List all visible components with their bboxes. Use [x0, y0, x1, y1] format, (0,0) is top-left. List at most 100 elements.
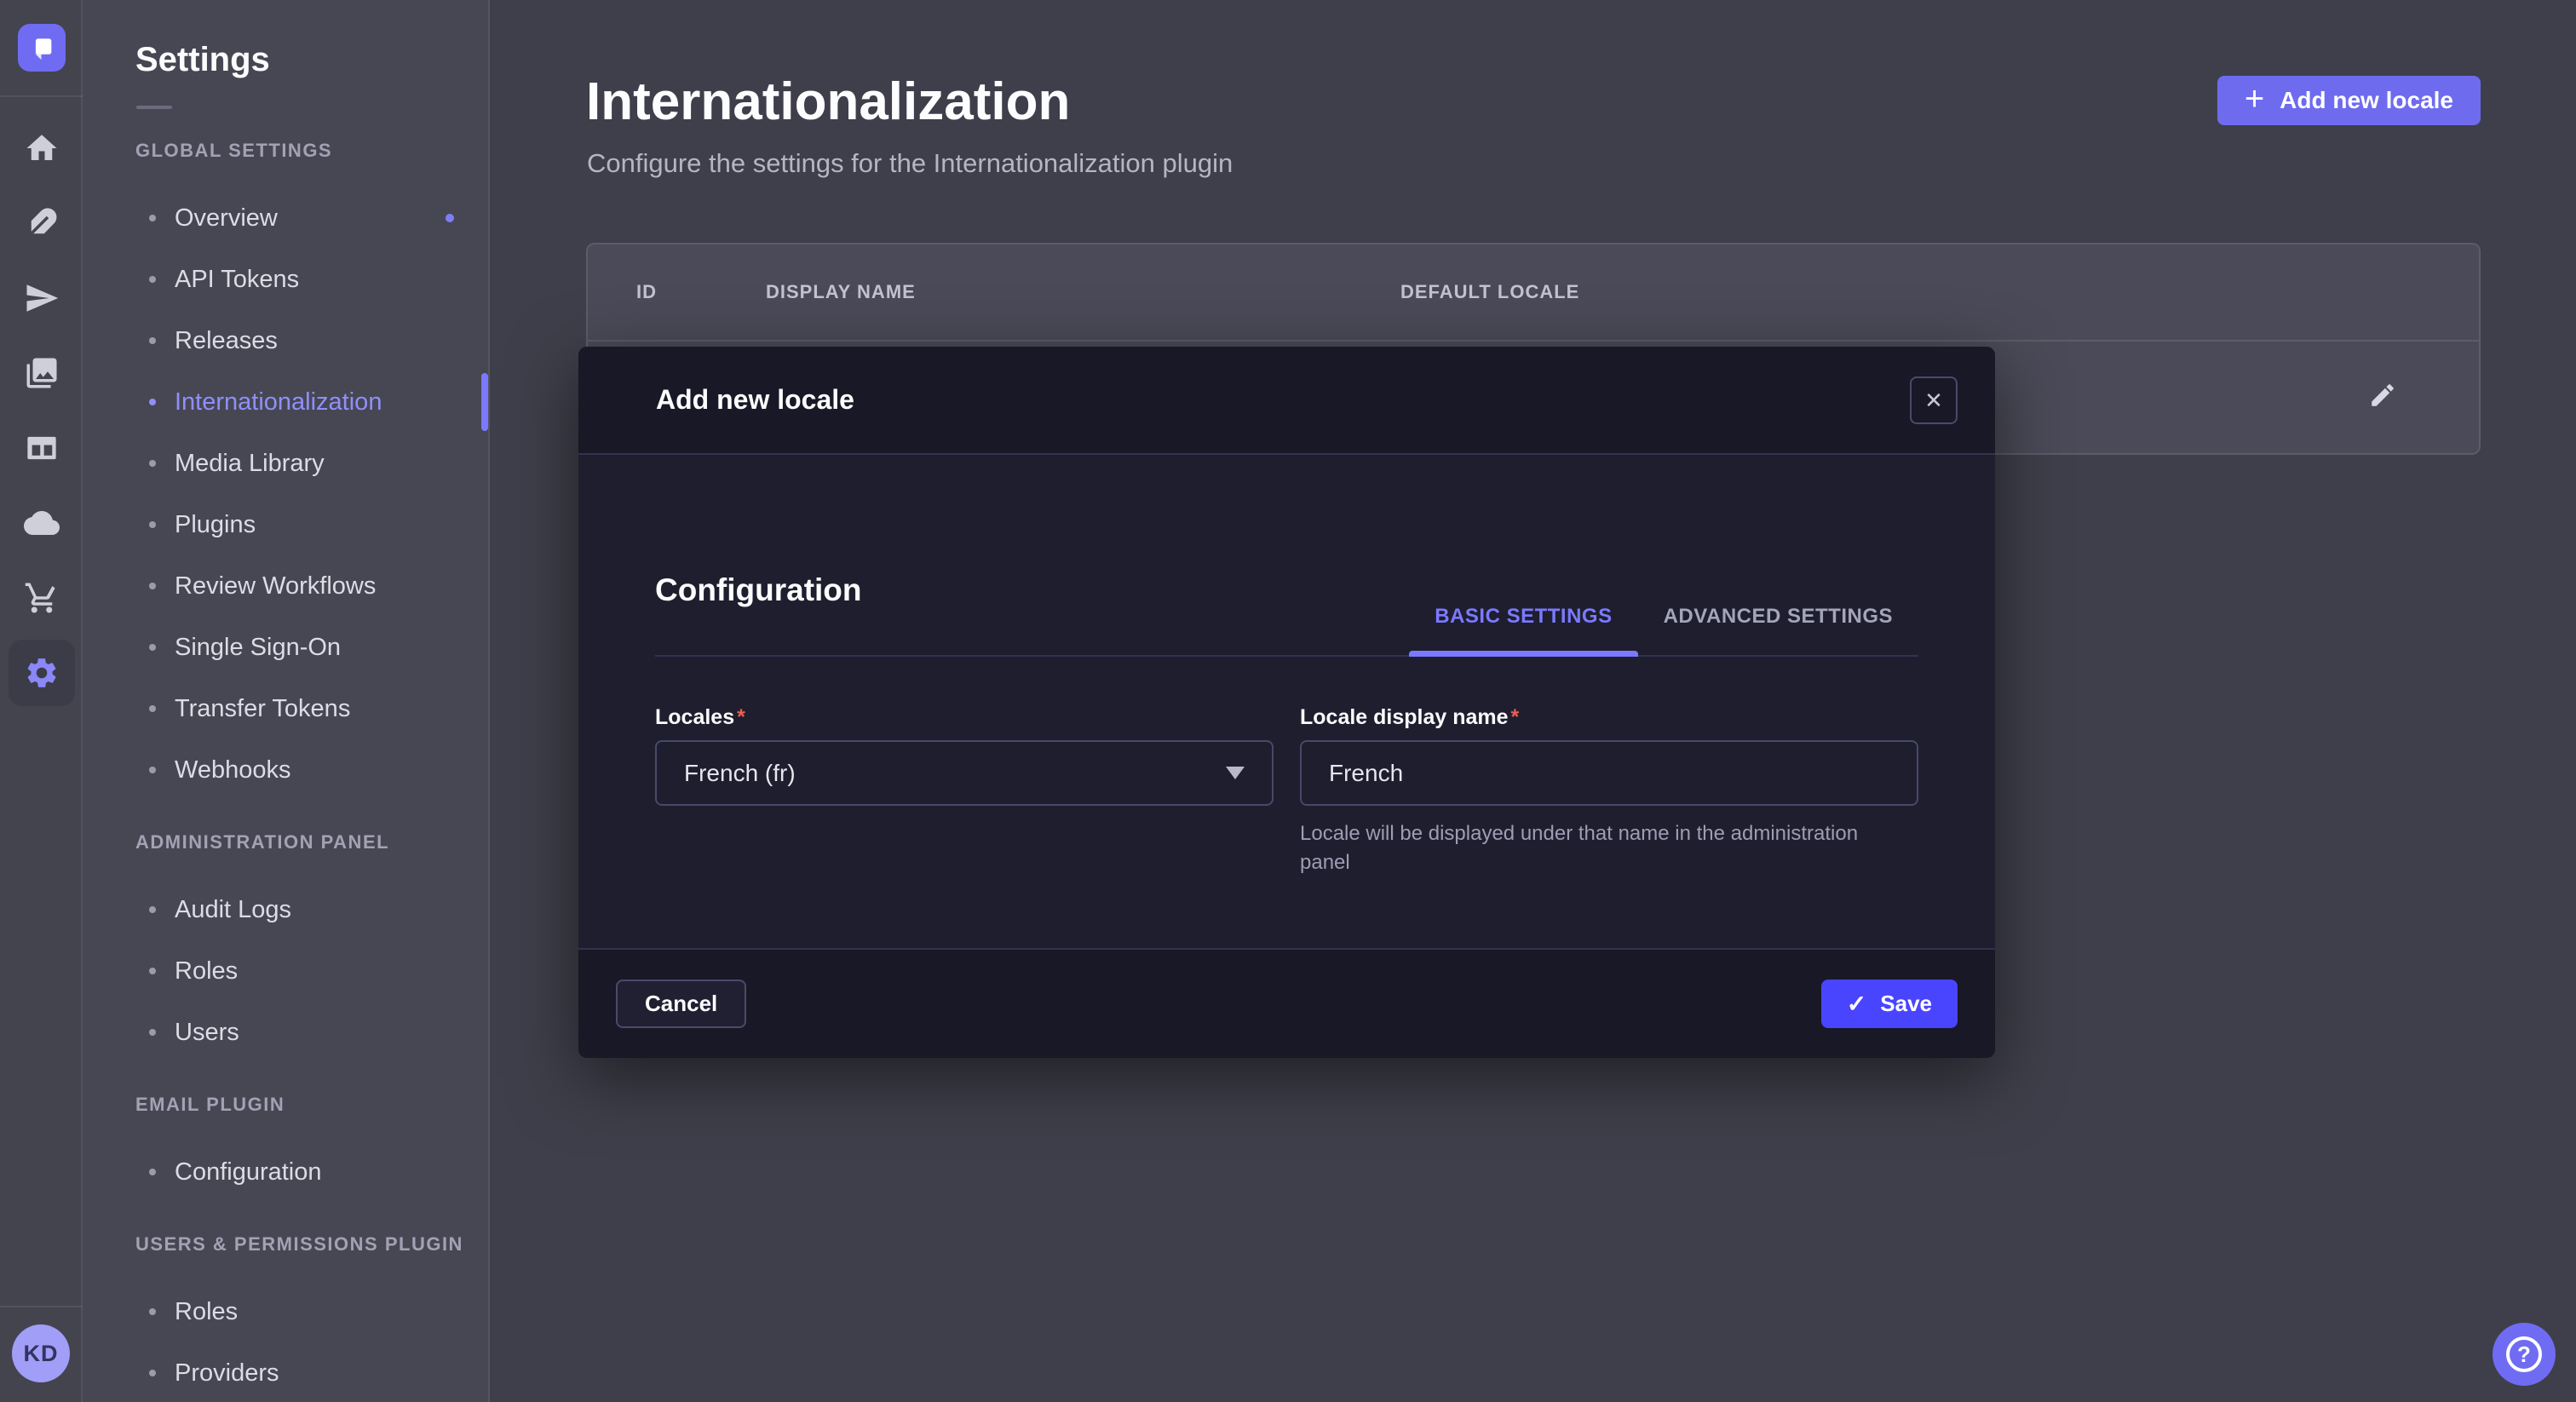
- deploy-send-icon[interactable]: [0, 261, 83, 336]
- locales-field: Locales* French (fr): [655, 703, 1274, 877]
- strapi-logo[interactable]: [18, 24, 66, 72]
- save-button[interactable]: ✓ Save: [1821, 980, 1958, 1028]
- sidebar-item-review-workflows[interactable]: Review Workflows: [83, 555, 488, 617]
- settings-active-highlight: [9, 640, 75, 706]
- main-nav-rail: KD: [0, 0, 83, 1402]
- media-library-icon[interactable]: [0, 336, 83, 411]
- check-icon: ✓: [1847, 992, 1866, 1016]
- sidebar-item-up-roles[interactable]: Roles: [83, 1281, 488, 1342]
- sidebar-item-single-sign-on[interactable]: Single Sign-On: [83, 617, 488, 678]
- home-icon[interactable]: [0, 111, 83, 186]
- bullet-icon: [149, 215, 156, 221]
- add-new-locale-button[interactable]: + Add new locale: [2217, 76, 2481, 125]
- content-feather-icon[interactable]: [0, 186, 83, 261]
- bullet-icon: [149, 276, 156, 283]
- required-asterisk: *: [737, 705, 745, 729]
- rail-icon-list: [0, 111, 83, 710]
- marketplace-cart-icon[interactable]: [0, 560, 83, 635]
- bullet-icon: [149, 521, 156, 528]
- display-name-input[interactable]: French: [1300, 740, 1918, 806]
- bullet-icon: [149, 583, 156, 589]
- sidebar-item-webhooks[interactable]: Webhooks: [83, 739, 488, 801]
- modal-footer: Cancel ✓ Save: [578, 948, 1995, 1058]
- settings-subnav: Settings GLOBAL SETTINGS Overview API To…: [83, 0, 490, 1402]
- active-item-indicator: [481, 373, 488, 431]
- close-icon: ✕: [1924, 389, 1943, 411]
- locales-select[interactable]: French (fr): [655, 740, 1274, 806]
- required-asterisk: *: [1511, 705, 1520, 729]
- page-subtitle: Configure the settings for the Internati…: [587, 147, 2576, 181]
- sidebar-item-transfer-tokens[interactable]: Transfer Tokens: [83, 678, 488, 739]
- locales-select-value: French (fr): [684, 760, 796, 787]
- display-name-input-value: French: [1329, 760, 1403, 787]
- bullet-icon: [149, 1029, 156, 1036]
- sidebar-item-overview[interactable]: Overview: [83, 187, 488, 249]
- settings-tabs: BASIC SETTINGS ADVANCED SETTINGS: [1409, 604, 1918, 655]
- bullet-icon: [149, 399, 156, 405]
- column-header-default-locale: DEFAULT LOCALE: [1400, 281, 2377, 303]
- configuration-title: Configuration: [655, 572, 862, 629]
- sidebar-item-api-tokens[interactable]: API Tokens: [83, 249, 488, 310]
- bullet-icon: [149, 705, 156, 712]
- modal-body: Configuration BASIC SETTINGS ADVANCED SE…: [578, 455, 1995, 877]
- sidebar-item-users[interactable]: Users: [83, 1002, 488, 1063]
- bullet-icon: [149, 1370, 156, 1376]
- help-button[interactable]: ?: [2493, 1323, 2556, 1386]
- close-button[interactable]: ✕: [1910, 376, 1958, 424]
- subnav-section-email-plugin: EMAIL PLUGIN Configuration: [83, 1092, 488, 1203]
- section-label: ADMINISTRATION PANEL: [135, 830, 488, 855]
- section-label: EMAIL PLUGIN: [135, 1092, 488, 1118]
- modal-header: Add new locale ✕: [578, 347, 1995, 455]
- add-locale-modal: Add new locale ✕ Configuration BASIC SET…: [578, 347, 1995, 1058]
- notification-dot: [446, 214, 454, 222]
- bullet-icon: [149, 968, 156, 974]
- cancel-button[interactable]: Cancel: [616, 980, 746, 1028]
- bullet-icon: [149, 767, 156, 773]
- bullet-icon: [149, 1308, 156, 1315]
- subnav-section-users-permissions: USERS & PERMISSIONS PLUGIN Roles Provide…: [83, 1232, 488, 1402]
- subnav-section-global: GLOBAL SETTINGS Overview API Tokens Rele…: [83, 138, 488, 801]
- display-name-hint: Locale will be displayed under that name…: [1300, 819, 1905, 877]
- sidebar-item-email-configuration[interactable]: Configuration: [83, 1141, 488, 1203]
- bullet-icon: [149, 460, 156, 467]
- question-mark-icon: ?: [2506, 1336, 2542, 1372]
- sidebar-item-internationalization[interactable]: Internationalization: [83, 371, 488, 433]
- sidebar-item-admin-roles[interactable]: Roles: [83, 940, 488, 1002]
- cloud-icon[interactable]: [0, 486, 83, 560]
- settings-gear-icon[interactable]: [0, 635, 83, 710]
- sidebar-item-media-library[interactable]: Media Library: [83, 433, 488, 494]
- sidebar-item-plugins[interactable]: Plugins: [83, 494, 488, 555]
- display-name-label: Locale display name*: [1300, 703, 1918, 732]
- section-label: GLOBAL SETTINGS: [135, 138, 488, 164]
- sidebar-item-audit-logs[interactable]: Audit Logs: [83, 879, 488, 940]
- layout-panel-icon[interactable]: [0, 411, 83, 486]
- column-header-display-name: DISPLAY NAME: [766, 281, 1400, 303]
- save-button-label: Save: [1880, 991, 1932, 1017]
- locale-form: Locales* French (fr) Locale display name…: [655, 703, 1918, 877]
- rail-divider-top: [0, 95, 83, 97]
- modal-title: Add new locale: [656, 384, 854, 416]
- rail-divider-bottom: [0, 1306, 83, 1307]
- subnav-title-underline: [136, 106, 172, 109]
- configuration-header-row: Configuration BASIC SETTINGS ADVANCED SE…: [655, 455, 1918, 657]
- strapi-logo-icon: [27, 33, 56, 62]
- avatar[interactable]: KD: [12, 1324, 70, 1382]
- plus-icon: +: [2245, 82, 2264, 116]
- tab-advanced-settings[interactable]: ADVANCED SETTINGS: [1638, 604, 1918, 655]
- app-root: KD Settings GLOBAL SETTINGS Overview API…: [0, 0, 2576, 1402]
- subnav-section-admin-panel: ADMINISTRATION PANEL Audit Logs Roles Us…: [83, 830, 488, 1063]
- edit-locale-button[interactable]: [2361, 374, 2404, 419]
- sidebar-item-releases[interactable]: Releases: [83, 310, 488, 371]
- display-name-field: Locale display name* French Locale will …: [1300, 703, 1918, 877]
- bullet-icon: [149, 337, 156, 344]
- column-header-id: ID: [636, 281, 766, 303]
- bullet-icon: [149, 644, 156, 651]
- bullet-icon: [149, 1169, 156, 1175]
- table-header-row: ID DISPLAY NAME DEFAULT LOCALE: [588, 244, 2479, 342]
- tab-basic-settings[interactable]: BASIC SETTINGS: [1409, 604, 1637, 655]
- chevron-down-icon: [1226, 767, 1245, 779]
- section-label: USERS & PERMISSIONS PLUGIN: [135, 1232, 488, 1257]
- subnav-title: Settings: [135, 39, 488, 80]
- locales-label: Locales*: [655, 703, 1274, 732]
- sidebar-item-providers[interactable]: Providers: [83, 1342, 488, 1402]
